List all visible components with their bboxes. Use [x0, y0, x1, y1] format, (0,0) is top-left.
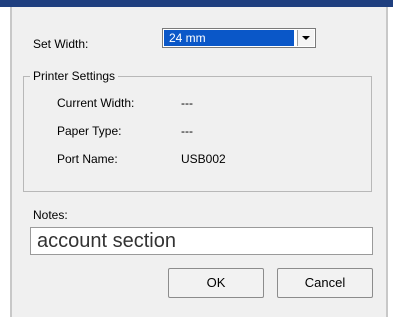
window-title-bar: [0, 0, 393, 7]
paper-type-label: Paper Type:: [57, 124, 122, 138]
current-width-value: ---: [181, 96, 193, 110]
current-width-label: Current Width:: [57, 96, 135, 110]
chevron-down-icon[interactable]: [297, 30, 314, 46]
port-name-value: USB002: [181, 152, 226, 166]
window-frame-right-border: [386, 7, 388, 317]
printer-settings-title: Printer Settings: [30, 69, 119, 83]
set-width-dropdown[interactable]: 24 mm: [162, 28, 316, 48]
notes-label: Notes:: [33, 208, 68, 222]
set-width-selected-value: 24 mm: [164, 30, 294, 46]
notes-field[interactable]: account section: [30, 227, 373, 255]
paper-type-value: ---: [181, 124, 193, 138]
ok-button[interactable]: OK: [168, 268, 264, 298]
port-name-label: Port Name:: [57, 152, 118, 166]
cancel-button[interactable]: Cancel: [277, 268, 373, 298]
set-width-label: Set Width:: [33, 37, 89, 51]
